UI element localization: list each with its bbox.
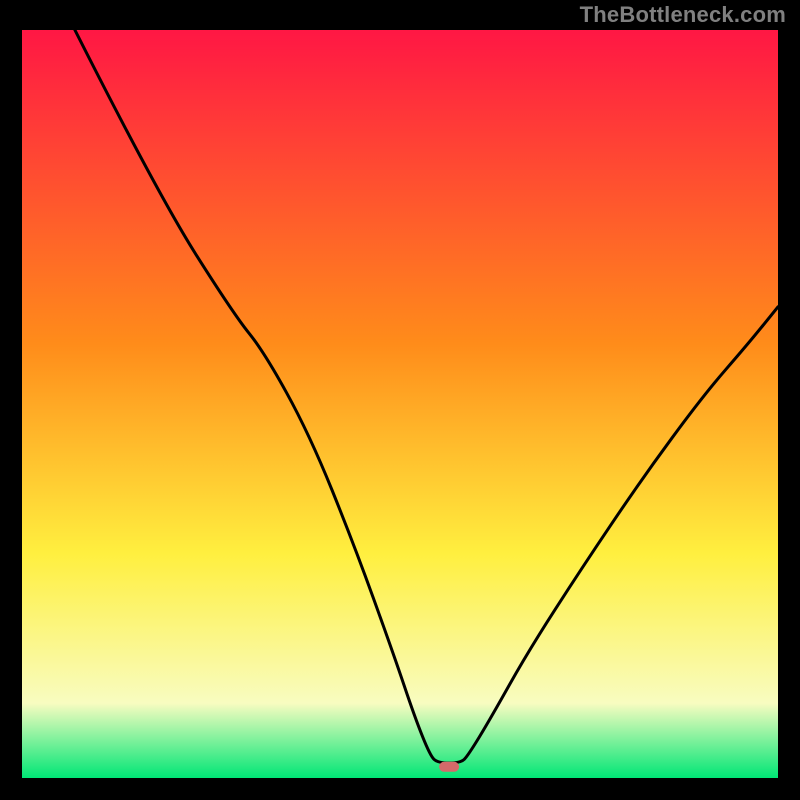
minimum-marker <box>439 762 459 772</box>
gradient-background <box>22 30 778 778</box>
attribution-label: TheBottleneck.com <box>580 2 786 28</box>
bottleneck-chart <box>22 30 778 778</box>
chart-frame: TheBottleneck.com <box>0 0 800 800</box>
